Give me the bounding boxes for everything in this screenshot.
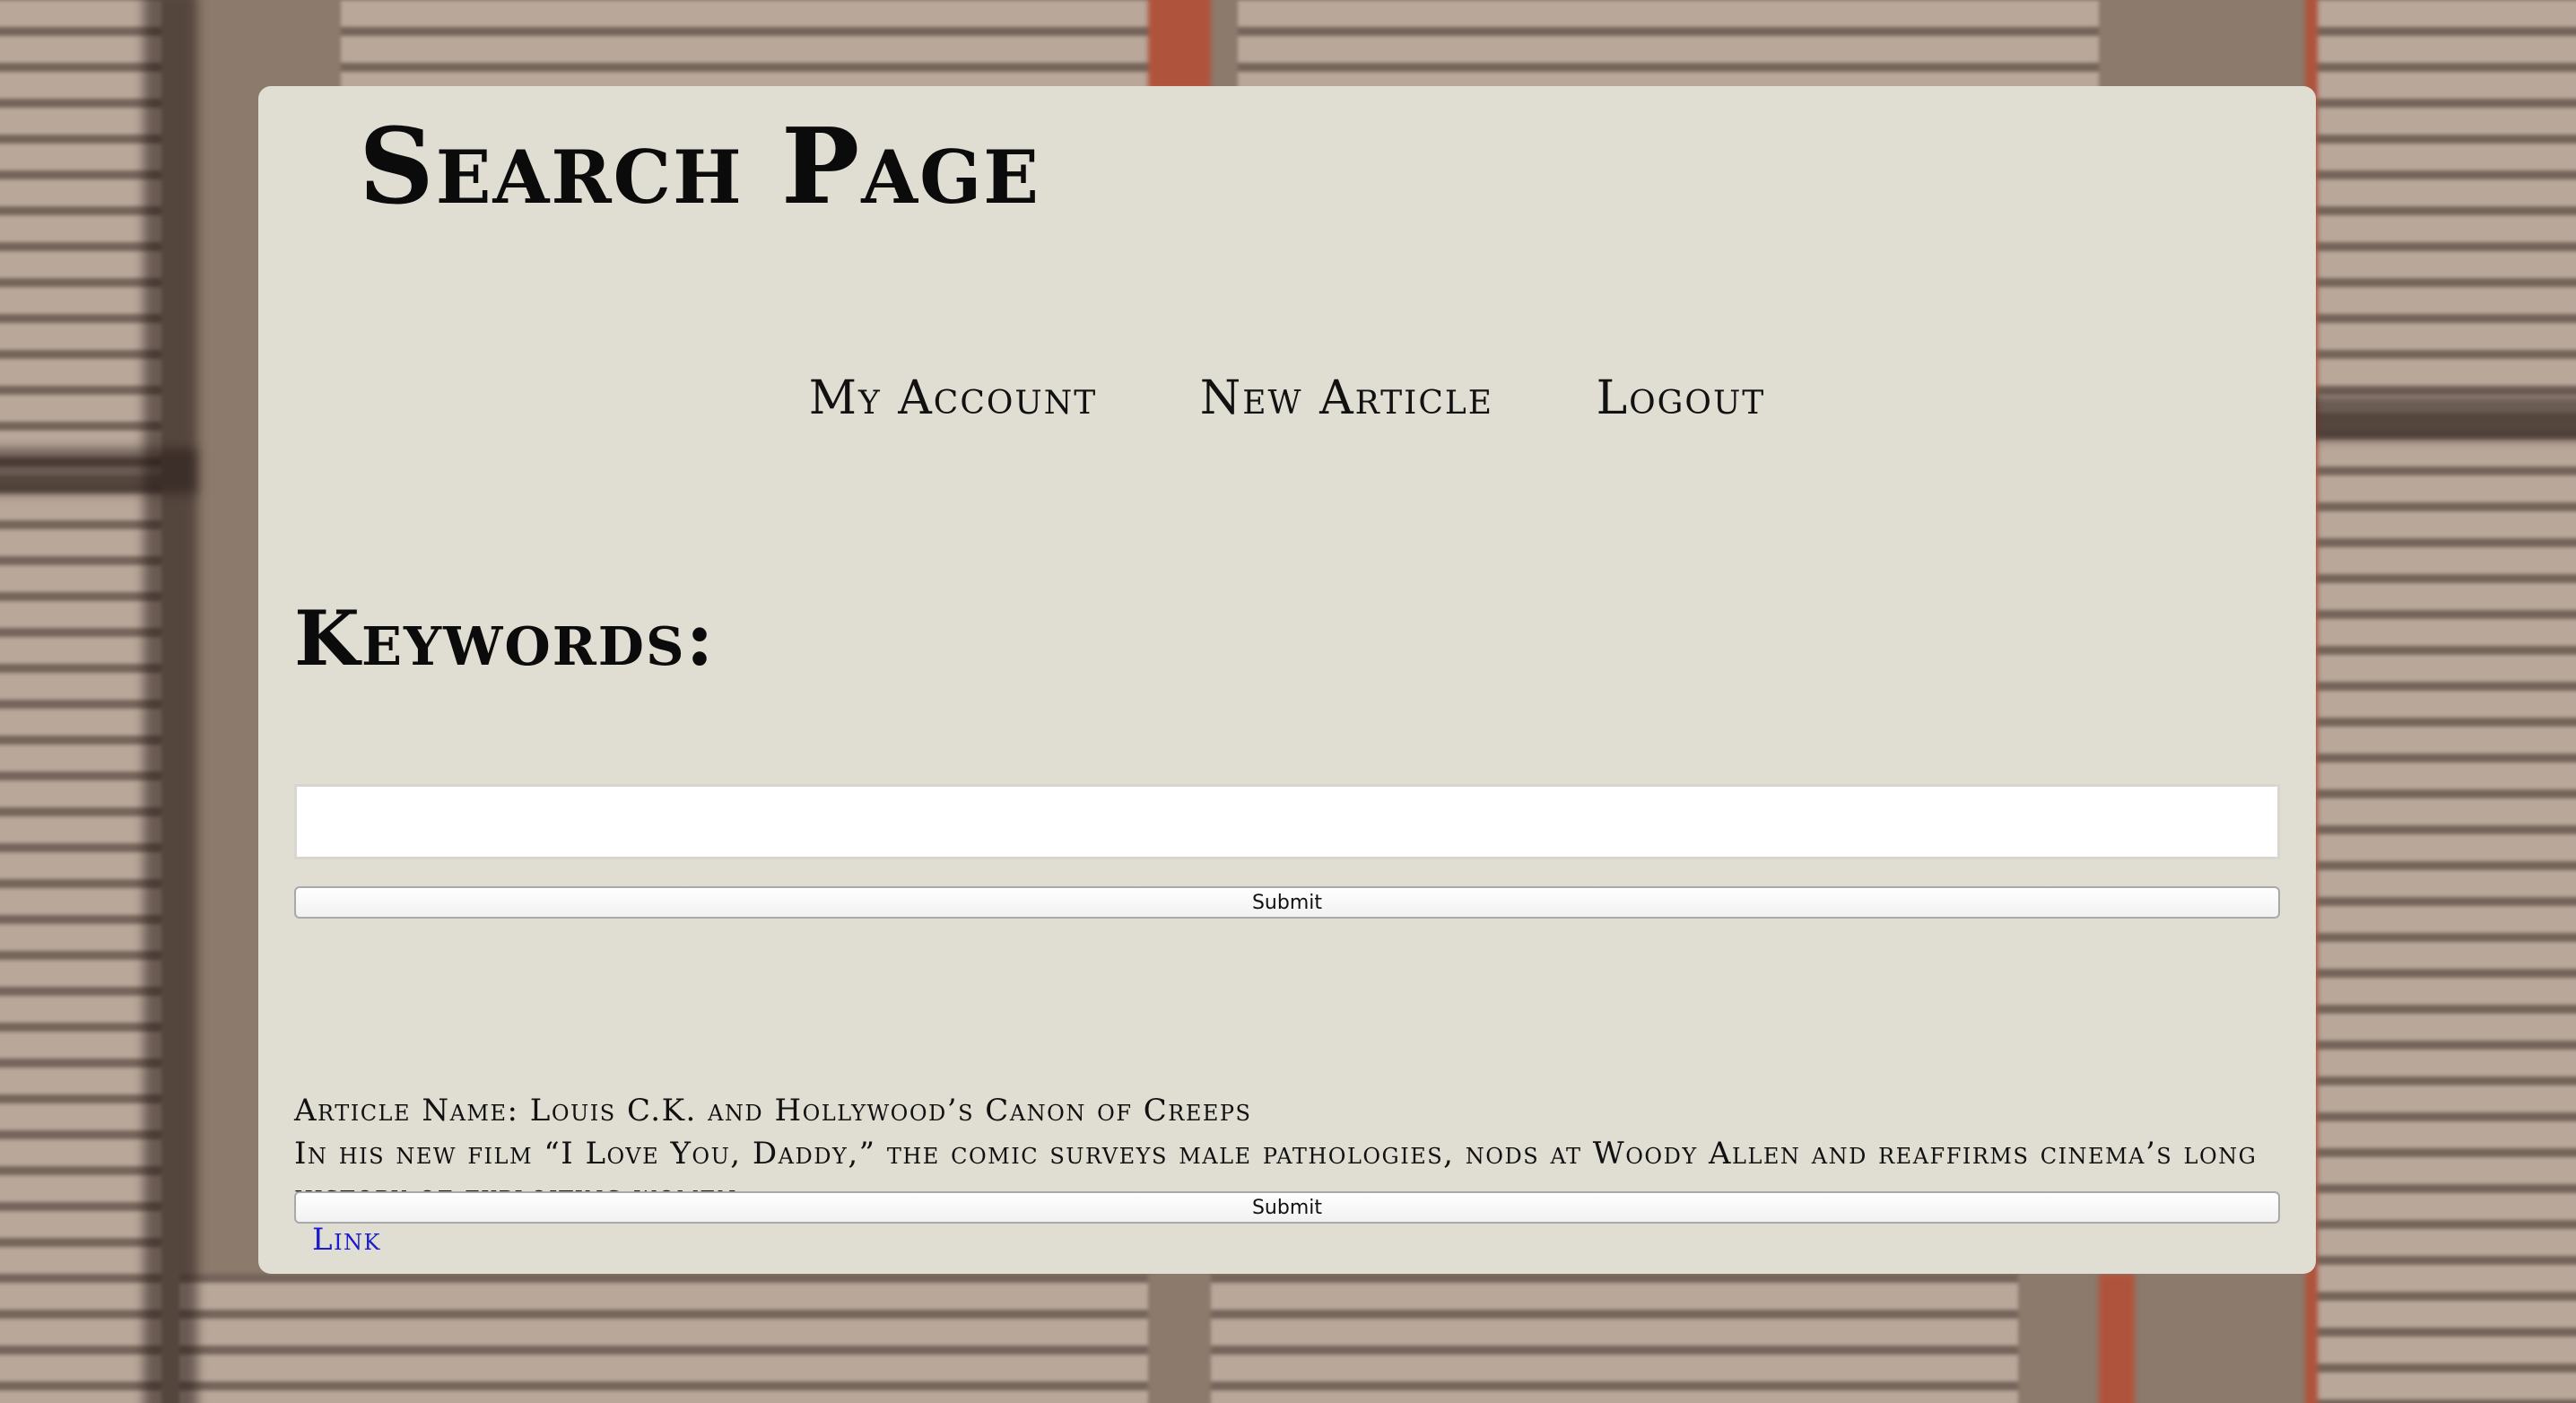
search-submit-button[interactable]: Submit [294, 886, 2280, 919]
article-submit-button[interactable]: Submit [294, 1191, 2280, 1224]
keywords-input[interactable] [294, 784, 2280, 859]
article-result: Article Name: Louis C.K. and Hollywood’s… [294, 1089, 2303, 1261]
main-panel: Search Page My Account New Article Logou… [258, 86, 2316, 1274]
article-name-label: Article Name: [294, 1093, 519, 1128]
article-link[interactable]: Link [312, 1218, 381, 1261]
nav-my-account-link[interactable]: My Account [809, 371, 1098, 425]
keywords-heading: Keywords: [294, 594, 716, 683]
top-nav: My Account New Article Logout [258, 371, 2316, 425]
article-name: Louis C.K. and Hollywood’s Canon of Cree… [529, 1093, 1252, 1128]
article-name-row: Article Name: Louis C.K. and Hollywood’s… [294, 1089, 2303, 1132]
nav-logout-link[interactable]: Logout [1597, 371, 1766, 425]
page-title: Search Page [359, 106, 1041, 228]
nav-new-article-link[interactable]: New Article [1200, 371, 1493, 425]
